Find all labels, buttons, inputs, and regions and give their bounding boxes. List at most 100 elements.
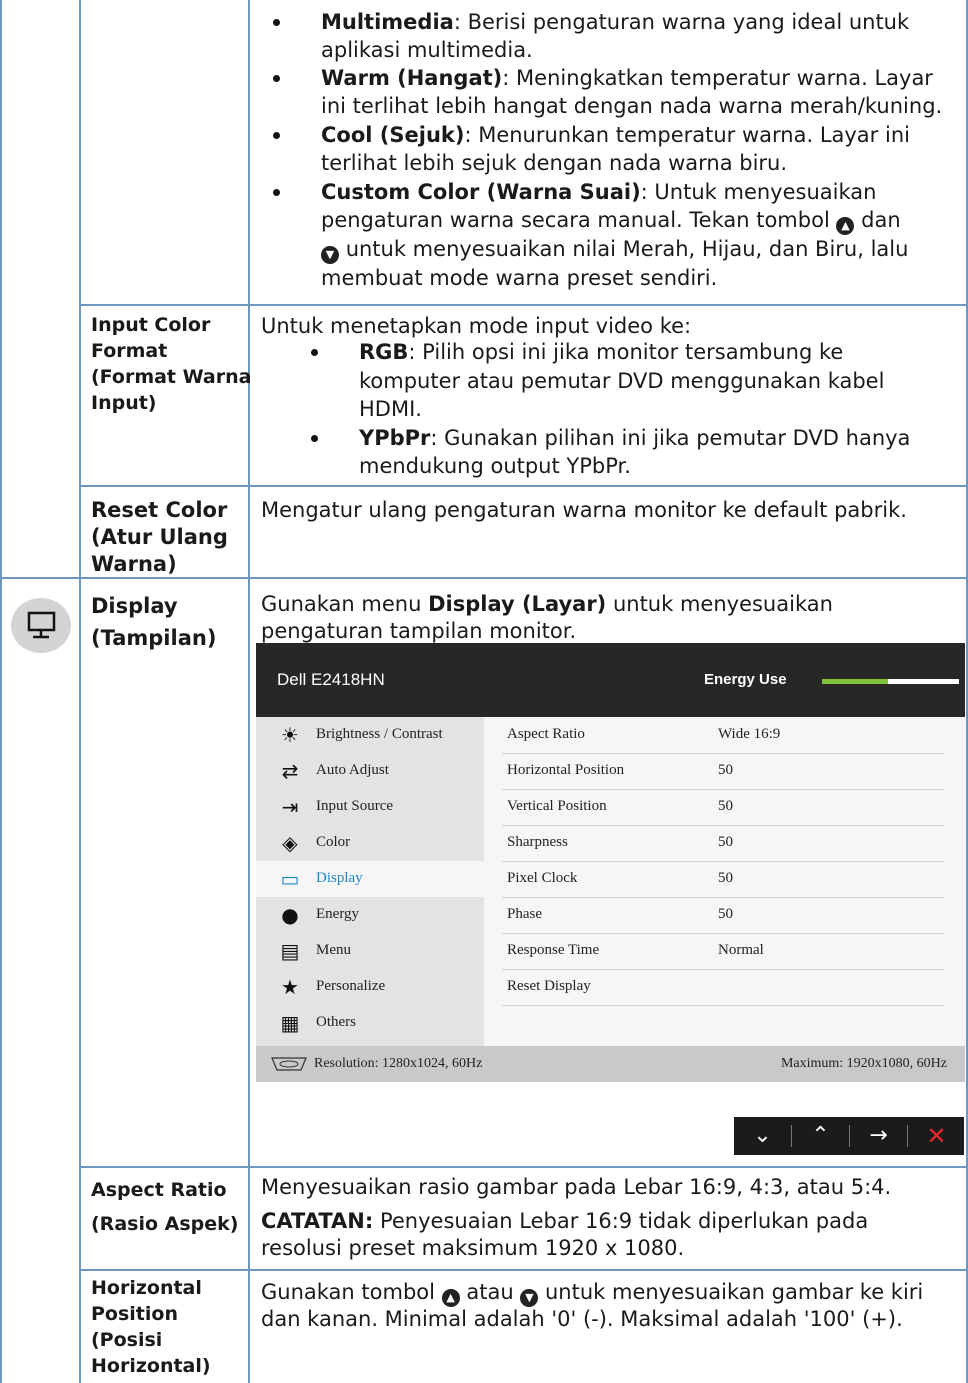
setting-value: 50	[718, 762, 733, 778]
menu-item-label: Menu	[316, 942, 351, 958]
auto-adjust-icon: ⇄	[281, 759, 299, 783]
osd-screenshot: Dell E2418HN Energy Use ☀ Brightness / C…	[256, 643, 965, 1082]
label-line: Horizontal	[91, 1277, 202, 1299]
term: Custom Color (Warna Suai)	[321, 180, 641, 204]
color-icon: ◈	[282, 831, 298, 855]
setting-row-phase[interactable]: Phase 50	[502, 897, 944, 934]
reset-color-desc: Mengatur ulang pengaturan warna monitor …	[261, 498, 907, 522]
setting-value: Wide 16:9	[718, 726, 781, 742]
list-item: Custom Color (Warna Suai): Untuk menyesu…	[321, 179, 876, 206]
osd-navigation-bar: ⌄ ⌃ → ✕	[734, 1117, 964, 1155]
menu-item-menu[interactable]: ▤ Menu	[256, 933, 484, 969]
menu-item-label: Input Source	[316, 798, 394, 814]
setting-label: Sharpness	[507, 834, 568, 850]
list-item-cont: pengaturan warna secara manual. Tekan to…	[321, 207, 901, 235]
row-label-display: Display (Tampilan)	[91, 590, 216, 654]
setting-row-aspect-ratio[interactable]: Aspect Ratio Wide 16:9	[502, 717, 944, 754]
setting-label: Phase	[507, 906, 542, 922]
input-source-icon: ⇥	[281, 795, 299, 819]
text: atau	[466, 1280, 514, 1304]
list-item-cont: terlihat lebih sejuk dengan nada warna b…	[321, 151, 788, 175]
osd-title: Dell E2418HN	[277, 670, 385, 689]
desc: : Pilih opsi ini jika monitor tersambung…	[408, 340, 844, 364]
setting-label: Aspect Ratio	[507, 726, 585, 742]
osd-header: Dell E2418HN Energy Use	[256, 643, 965, 717]
desc: : Menurunkan temperatur warna. Layar ini	[464, 123, 910, 147]
term: Warm (Hangat)	[321, 66, 503, 90]
row-divider	[79, 1269, 968, 1271]
row-label-input-color-format: Input Color Format (Format Warna Input)	[91, 312, 251, 416]
aspect-ratio-note-cont: resolusi preset maksimum 1920 x 1080.	[261, 1236, 685, 1260]
desc: : Meningkatkan temperatur warna. Layar	[502, 66, 933, 90]
down-arrow-button[interactable]: ⌄	[734, 1117, 791, 1155]
energy-use-bar-fill	[822, 679, 888, 684]
table-left-border	[0, 0, 2, 1383]
text: pengaturan warna secara manual. Tekan to…	[321, 208, 830, 232]
menu-item-label: Color	[316, 834, 351, 850]
label-line: (Rasio Aspek)	[91, 1213, 239, 1235]
label-line: Position	[91, 1303, 178, 1325]
setting-row-horizontal-position[interactable]: Horizontal Position 50	[502, 753, 944, 790]
bullet	[273, 189, 280, 196]
up-button-icon: ▲	[836, 217, 855, 235]
setting-label: Reset Display	[507, 978, 591, 994]
menu-item-energy[interactable]: ● Energy	[256, 897, 484, 933]
row-divider	[79, 1166, 968, 1168]
horizontal-position-desc: Gunakan tombol ▲ atau ▼ untuk menyesuaik…	[261, 1279, 923, 1307]
down-button-icon: ▼	[321, 246, 339, 264]
setting-row-vertical-position[interactable]: Vertical Position 50	[502, 789, 944, 826]
energy-use-label: Energy Use	[704, 671, 787, 688]
menu-item-auto-adjust[interactable]: ⇄ Auto Adjust	[256, 753, 484, 789]
menu-item-label: Personalize	[316, 978, 386, 994]
label-line: (Format Warna	[91, 366, 252, 388]
menu-item-brightness-contrast[interactable]: ☀ Brightness / Contrast	[256, 717, 484, 753]
text: dan	[861, 208, 901, 232]
setting-label: Pixel Clock	[507, 870, 578, 886]
close-icon[interactable]: ✕	[908, 1117, 965, 1155]
setting-row-response-time[interactable]: Response Time Normal	[502, 933, 944, 970]
horizontal-position-desc-cont: dan kanan. Minimal adalah '0' (-). Maksi…	[261, 1307, 903, 1331]
desc: : Berisi pengaturan warna yang ideal unt…	[453, 10, 910, 34]
text: Gunakan tombol	[261, 1280, 435, 1304]
setting-value: Normal	[718, 942, 764, 958]
menu-item-label: Brightness / Contrast	[316, 726, 443, 742]
setting-label: Response Time	[507, 942, 600, 958]
menu-item-color[interactable]: ◈ Color	[256, 825, 484, 861]
list-item-cont: aplikasi multimedia.	[321, 38, 533, 62]
menu-item-label: Display	[316, 870, 363, 886]
vga-connector-icon	[271, 1057, 307, 1071]
setting-row-pixel-clock[interactable]: Pixel Clock 50	[502, 861, 944, 898]
label-line: Warna)	[91, 552, 177, 576]
star-icon: ★	[281, 975, 299, 999]
right-arrow-button[interactable]: →	[850, 1117, 907, 1155]
label-line: Reset Color	[91, 498, 228, 522]
menu-item-display[interactable]: ▭ Display	[256, 861, 484, 897]
menu-item-input-source[interactable]: ⇥ Input Source	[256, 789, 484, 825]
aspect-ratio-note: CATATAN: Penyesuaian Lebar 16:9 tidak di…	[261, 1208, 868, 1235]
list-item-cont: ▼ untuk menyesuaikan nilai Merah, Hijau,…	[321, 236, 908, 264]
bullet	[311, 435, 318, 442]
label-line: Input)	[91, 392, 157, 414]
setting-value: 50	[718, 906, 733, 922]
monitor-icon	[27, 611, 56, 639]
label-line: (Atur Ulang	[91, 525, 228, 549]
term: Display (Layar)	[428, 592, 607, 616]
energy-use-bar	[822, 679, 959, 684]
energy-icon: ●	[281, 903, 299, 927]
menu-icon: ▤	[280, 939, 300, 963]
setting-row-reset-display[interactable]: Reset Display	[502, 969, 944, 1006]
menu-item-others[interactable]: ▦ Others	[256, 1005, 484, 1041]
menu-item-personalize[interactable]: ★ Personalize	[256, 969, 484, 1005]
display-icon: ▭	[280, 867, 300, 891]
list-item-cont: membuat mode warna preset sendiri.	[321, 266, 718, 290]
menu-item-label: Energy	[316, 906, 360, 922]
osd-menu: ☀ Brightness / Contrast ⇄ Auto Adjust ⇥ …	[256, 717, 484, 1046]
row-divider	[79, 485, 968, 487]
row-label-aspect-ratio: Aspect Ratio (Rasio Aspek)	[91, 1173, 238, 1241]
bullet	[273, 75, 280, 82]
up-arrow-button[interactable]: ⌃	[792, 1117, 849, 1155]
setting-row-sharpness[interactable]: Sharpness 50	[502, 825, 944, 862]
list-item-cont: komputer atau pemutar DVD menggunakan ka…	[359, 369, 885, 393]
down-button-icon: ▼	[520, 1289, 539, 1307]
current-resolution: Resolution: 1280x1024, 60Hz	[314, 1056, 483, 1071]
